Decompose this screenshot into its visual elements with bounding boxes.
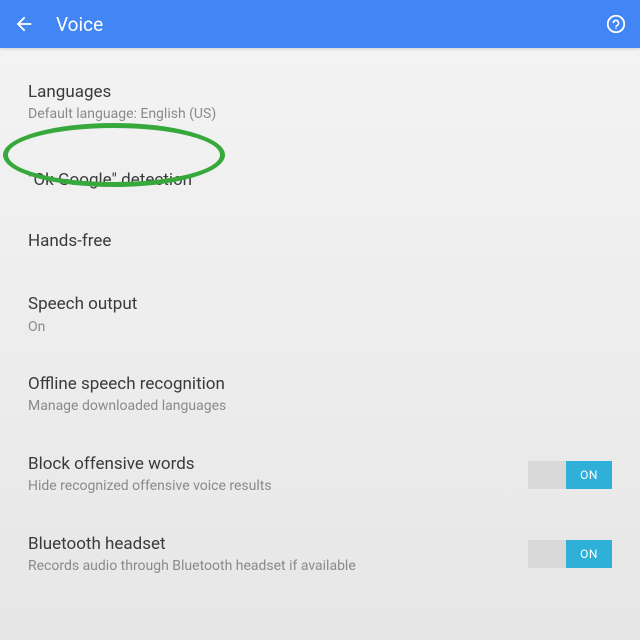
setting-subtitle: Manage downloaded languages xyxy=(28,398,226,416)
setting-title: Bluetooth headset xyxy=(28,534,356,555)
languages-setting[interactable]: Languages Default language: English (US) xyxy=(0,68,640,138)
setting-text: Hands-free xyxy=(28,231,111,252)
block-offensive-words-toggle[interactable]: ON xyxy=(528,461,612,489)
hands-free-setting[interactable]: Hands-free xyxy=(0,213,640,270)
setting-subtitle: Records audio through Bluetooth headset … xyxy=(28,558,356,576)
speech-output-setting[interactable]: Speech output On xyxy=(0,280,640,350)
setting-text: "Ok Google" detection xyxy=(28,170,192,191)
ok-google-detection-setting[interactable]: "Ok Google" detection xyxy=(0,148,640,213)
block-offensive-words-setting[interactable]: Block offensive words Hide recognized of… xyxy=(0,440,640,510)
app-bar: Voice xyxy=(0,0,640,48)
voice-settings-screen: Voice Languages Default language: Englis… xyxy=(0,0,640,640)
page-title: Voice xyxy=(56,13,604,36)
setting-text: Offline speech recognition Manage downlo… xyxy=(28,374,226,416)
settings-list: Languages Default language: English (US)… xyxy=(0,48,640,589)
setting-title: "Ok Google" detection xyxy=(28,170,192,191)
setting-title: Hands-free xyxy=(28,231,111,252)
offline-speech-setting[interactable]: Offline speech recognition Manage downlo… xyxy=(0,360,640,430)
setting-text: Bluetooth headset Records audio through … xyxy=(28,534,356,576)
bluetooth-headset-toggle[interactable]: ON xyxy=(528,540,612,568)
bluetooth-headset-setting[interactable]: Bluetooth headset Records audio through … xyxy=(0,520,640,590)
setting-title: Offline speech recognition xyxy=(28,374,226,395)
setting-subtitle: On xyxy=(28,319,137,337)
setting-subtitle: Default language: English (US) xyxy=(28,106,216,124)
setting-title: Languages xyxy=(28,82,216,103)
setting-text: Speech output On xyxy=(28,294,137,336)
help-icon[interactable] xyxy=(604,12,628,36)
toggle-on-label: ON xyxy=(566,461,612,489)
toggle-on-label: ON xyxy=(566,540,612,568)
setting-text: Languages Default language: English (US) xyxy=(28,82,216,124)
setting-title: Block offensive words xyxy=(28,454,272,475)
back-arrow-icon[interactable] xyxy=(12,12,36,36)
setting-title: Speech output xyxy=(28,294,137,315)
setting-subtitle: Hide recognized offensive voice results xyxy=(28,478,272,496)
setting-text: Block offensive words Hide recognized of… xyxy=(28,454,272,496)
